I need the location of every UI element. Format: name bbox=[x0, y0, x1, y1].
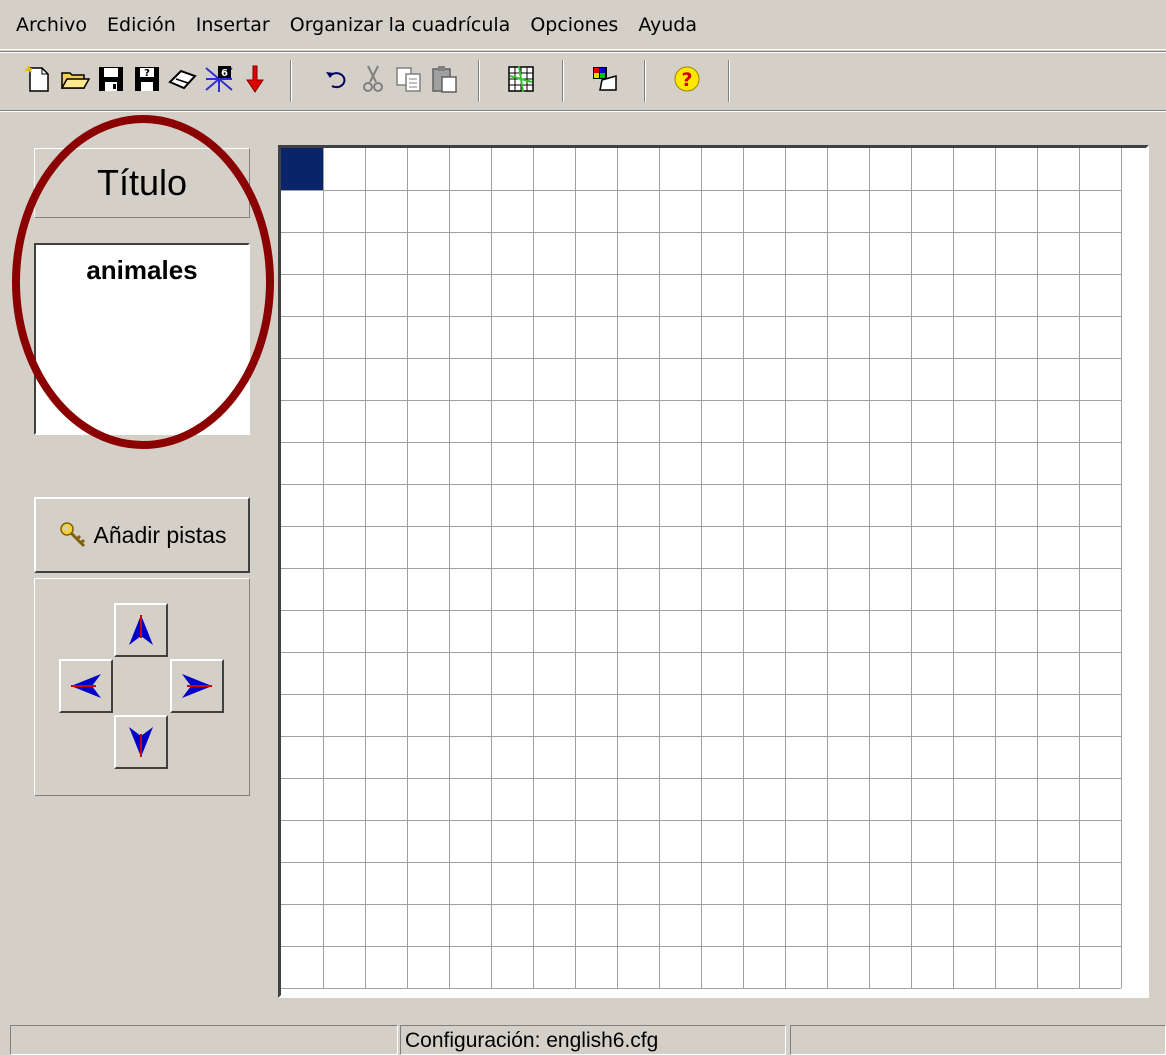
save-icon[interactable] bbox=[94, 62, 128, 96]
toolbar: ? 6 ? bbox=[0, 51, 1166, 111]
key-icon bbox=[59, 522, 85, 548]
navigation-panel bbox=[34, 578, 250, 796]
svg-text:6: 6 bbox=[221, 68, 228, 79]
toolbar-separator bbox=[728, 60, 730, 102]
down-arrow-icon bbox=[129, 727, 153, 757]
save-as-icon[interactable]: ? bbox=[130, 62, 164, 96]
palette-icon[interactable] bbox=[588, 62, 622, 96]
grid-cells[interactable] bbox=[281, 148, 1146, 995]
export-icon[interactable]: 6 bbox=[202, 62, 236, 96]
grid-icon[interactable] bbox=[504, 62, 538, 96]
left-arrow-icon bbox=[71, 674, 101, 698]
move-down-button[interactable] bbox=[114, 715, 168, 769]
status-left bbox=[10, 1025, 398, 1055]
move-up-button[interactable] bbox=[114, 603, 168, 657]
svg-text:?: ? bbox=[144, 68, 150, 79]
up-arrow-icon bbox=[129, 615, 153, 645]
paste-icon[interactable] bbox=[428, 62, 462, 96]
menu-insertar[interactable]: Insertar bbox=[196, 12, 270, 38]
svg-text:?: ? bbox=[681, 69, 692, 91]
title-header: Título bbox=[34, 148, 250, 218]
toolbar-separator bbox=[644, 60, 646, 102]
insert-icon[interactable] bbox=[238, 62, 272, 96]
title-field[interactable]: animales bbox=[34, 243, 250, 435]
add-clues-button[interactable]: Añadir pistas bbox=[34, 497, 250, 573]
menu-organizar[interactable]: Organizar la cuadrícula bbox=[290, 12, 511, 38]
copy-icon[interactable] bbox=[392, 62, 426, 96]
toolbar-separator bbox=[478, 60, 480, 102]
menu-archivo[interactable]: Archivo bbox=[16, 12, 87, 38]
menu-bar: Archivo Edición Insertar Organizar la cu… bbox=[0, 0, 1166, 50]
status-right bbox=[790, 1025, 1166, 1055]
right-arrow-icon bbox=[182, 674, 212, 698]
help-icon[interactable]: ? bbox=[670, 62, 704, 96]
add-clues-label: Añadir pistas bbox=[93, 521, 227, 548]
new-icon[interactable] bbox=[22, 62, 56, 96]
menu-edicion[interactable]: Edición bbox=[107, 12, 176, 38]
menu-ayuda[interactable]: Ayuda bbox=[638, 12, 697, 38]
move-left-button[interactable] bbox=[59, 659, 113, 713]
menu-opciones[interactable]: Opciones bbox=[530, 12, 618, 38]
cut-icon[interactable] bbox=[356, 62, 390, 96]
move-right-button[interactable] bbox=[170, 659, 224, 713]
selected-cell[interactable] bbox=[281, 148, 323, 190]
toolbar-separator bbox=[562, 60, 564, 102]
erase-icon[interactable] bbox=[166, 62, 200, 96]
open-icon[interactable] bbox=[58, 62, 92, 96]
crossword-grid[interactable] bbox=[278, 145, 1149, 998]
undo-icon[interactable] bbox=[320, 62, 354, 96]
status-config: Configuración: english6.cfg bbox=[400, 1025, 786, 1055]
toolbar-separator bbox=[290, 60, 292, 102]
